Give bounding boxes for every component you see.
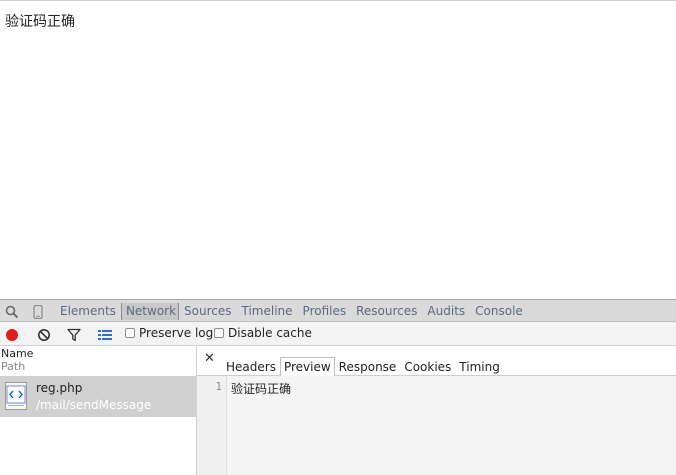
detail-tabs-bar: ✕ Headers Preview Response Cookies Timin… bbox=[197, 346, 676, 377]
filter-icon[interactable] bbox=[67, 327, 81, 342]
disable-cache-checkbox[interactable] bbox=[214, 328, 224, 338]
tab-elements[interactable]: Elements bbox=[60, 303, 121, 320]
tab-headers[interactable]: Headers bbox=[222, 358, 280, 376]
preview-pane[interactable]: 1 验证码正确 bbox=[197, 376, 676, 475]
preserve-log-label: Preserve log bbox=[139, 326, 214, 340]
record-icon[interactable] bbox=[5, 327, 19, 341]
script-file-icon bbox=[5, 382, 27, 410]
line-number: 1 bbox=[215, 380, 222, 393]
clear-icon[interactable] bbox=[37, 327, 51, 341]
devtools-tabs: Elements Network Sources Timeline Profil… bbox=[60, 303, 528, 320]
request-path: /mail/sendMessage bbox=[36, 398, 152, 412]
preserve-log-checkbox[interactable] bbox=[125, 328, 135, 338]
tab-console[interactable]: Console bbox=[470, 303, 528, 320]
detail-tabs: Headers Preview Response Cookies Timing bbox=[222, 357, 504, 377]
request-name: reg.php bbox=[36, 381, 83, 395]
close-icon[interactable]: ✕ bbox=[204, 352, 215, 365]
line-gutter: 1 bbox=[197, 376, 227, 475]
column-header-name[interactable]: Name bbox=[1, 347, 33, 360]
devtools-toolbar: Elements Network Sources Timeline Profil… bbox=[0, 299, 676, 322]
page-top-border bbox=[0, 0, 676, 1]
mobile-device-icon[interactable] bbox=[31, 304, 45, 320]
tab-timing[interactable]: Timing bbox=[455, 358, 504, 376]
tab-network[interactable]: Network bbox=[120, 303, 180, 320]
page-message: 验证码正确 bbox=[5, 14, 75, 30]
request-detail: ✕ Headers Preview Response Cookies Timin… bbox=[197, 346, 676, 475]
tab-timeline[interactable]: Timeline bbox=[237, 303, 298, 320]
request-row[interactable]: reg.php /mail/sendMessage bbox=[0, 376, 196, 417]
tab-cookies[interactable]: Cookies bbox=[400, 358, 455, 376]
tab-profiles[interactable]: Profiles bbox=[298, 303, 352, 320]
tab-resources[interactable]: Resources bbox=[351, 303, 422, 320]
tab-audits[interactable]: Audits bbox=[422, 303, 470, 320]
tab-preview[interactable]: Preview bbox=[279, 357, 335, 377]
tab-sources[interactable]: Sources bbox=[179, 303, 236, 320]
preview-content: 验证码正确 bbox=[231, 382, 292, 396]
network-toolbar: Preserve log Disable cache bbox=[0, 322, 676, 346]
request-list: Name Path reg.php /mail/sendMessage bbox=[0, 346, 197, 475]
list-view-icon[interactable] bbox=[97, 327, 112, 341]
tab-response[interactable]: Response bbox=[335, 358, 401, 376]
devtools-panel: Elements Network Sources Timeline Profil… bbox=[0, 299, 676, 475]
column-header-path: Path bbox=[1, 360, 26, 373]
disable-cache-label: Disable cache bbox=[228, 326, 312, 340]
magnifier-icon[interactable] bbox=[5, 304, 19, 319]
